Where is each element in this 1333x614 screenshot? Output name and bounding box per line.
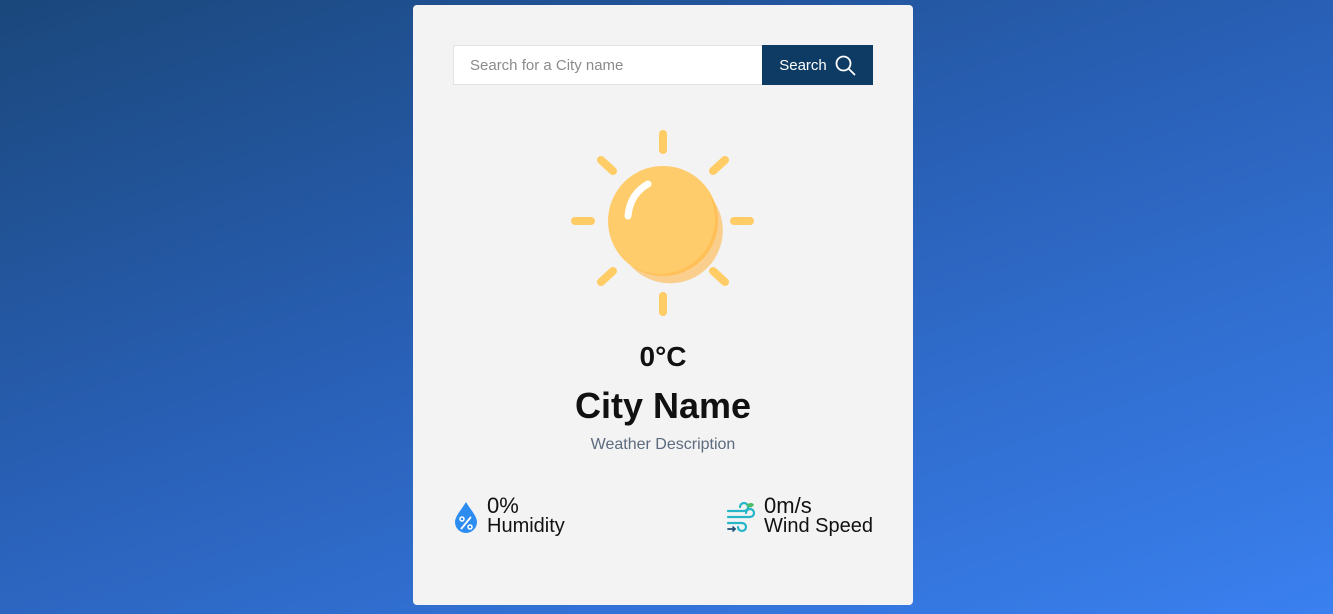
search-button[interactable]: Search	[762, 45, 873, 85]
temperature: 0°C	[639, 341, 687, 372]
search-icon	[835, 55, 856, 76]
humidity-label: Humidity	[487, 515, 565, 537]
humidity-value: 0%	[487, 493, 519, 518]
city-search-input[interactable]	[453, 45, 762, 85]
humidity-stat: 0% Humidity	[453, 495, 565, 537]
city-name: City Name	[574, 385, 752, 426]
search-button-label: Search	[779, 56, 827, 74]
wind-icon	[726, 501, 756, 533]
weather-card: Search 0°C	[413, 5, 913, 605]
sun-icon	[568, 128, 758, 318]
wind-label: Wind Speed	[764, 515, 873, 537]
search-bar: Search	[453, 45, 873, 85]
wind-value: 0m/s	[764, 493, 812, 518]
humidity-drop-icon	[453, 501, 479, 533]
wind-stat: 0m/s Wind Speed	[726, 495, 873, 537]
weather-description: Weather Description	[590, 436, 736, 453]
